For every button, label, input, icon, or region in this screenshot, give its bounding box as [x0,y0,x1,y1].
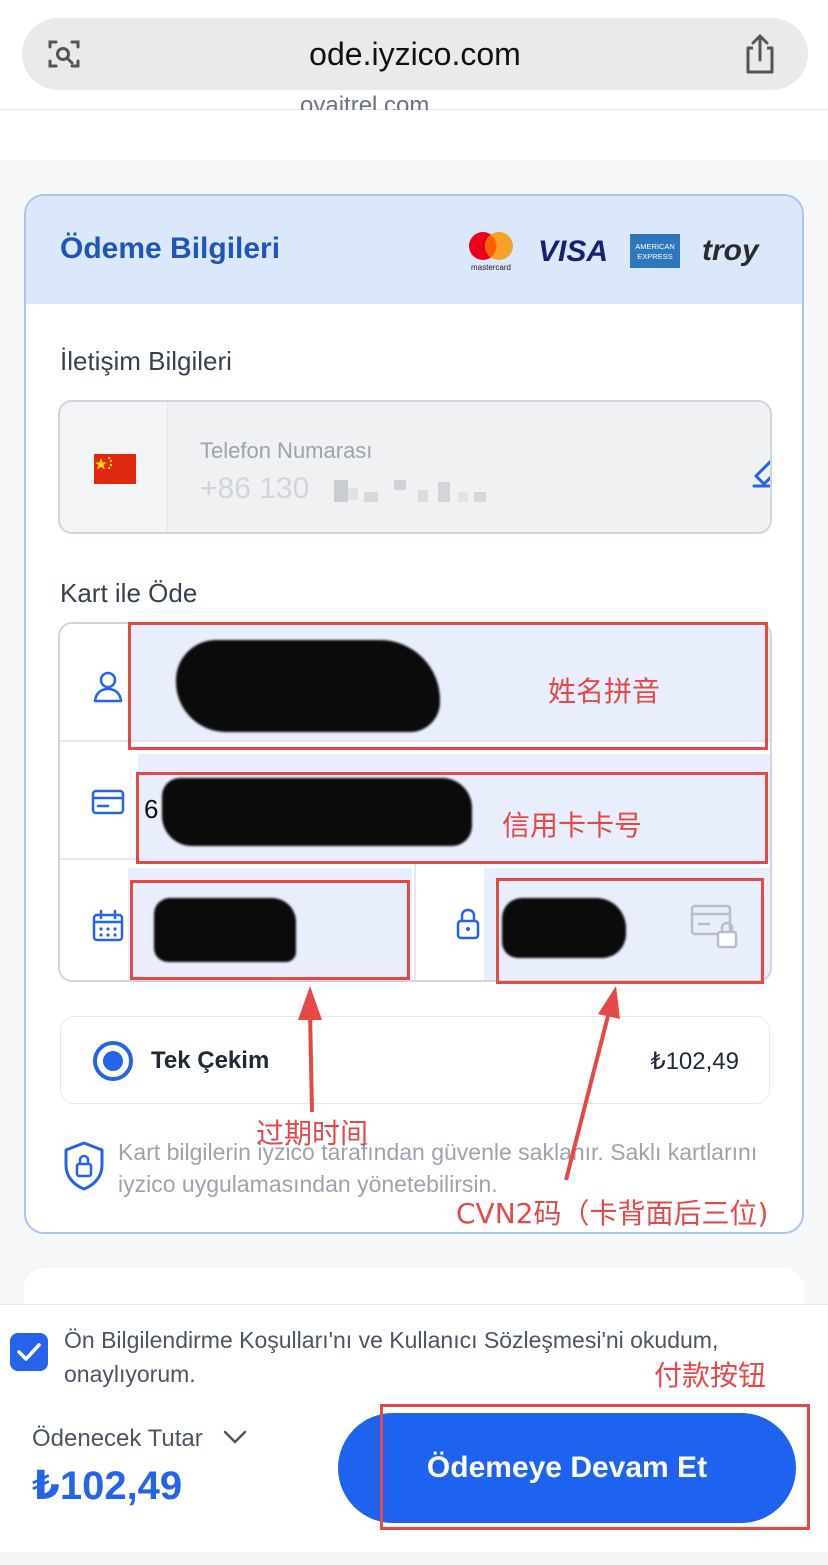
calendar-icon [92,909,124,942]
credit-card-icon [91,789,125,815]
svg-text:mastercard: mastercard [471,263,511,272]
annotation-name-label: 姓名拼音 [548,675,661,708]
mastercard-logo: mastercard [469,232,513,272]
phone-value: +86 130 [200,472,310,505]
browser-toolbar: ode.iyzico.com oyaitrel.com [0,0,828,110]
annotation-pay-label: 付款按钮 [654,1359,767,1392]
svg-text:EXPRESS: EXPRESS [637,252,672,261]
country-selector[interactable] [60,402,168,532]
url-text[interactable]: ode.iyzico.com [22,18,808,90]
total-amount: ₺102,49 [32,1464,183,1508]
annotation-box-cvn [496,878,764,984]
secure-storage-note: Kart bilgilerin iyzico tarafından güvenl… [118,1139,758,1197]
lock-icon [456,908,480,940]
amex-logo: AMERICAN EXPRESS [630,234,680,268]
total-label[interactable]: Ödenecek Tutar [32,1425,203,1453]
annotation-box-expiry [130,880,410,980]
chevron-down-icon[interactable] [222,1427,248,1447]
address-bar[interactable]: ode.iyzico.com [22,18,808,90]
card-header: Ödeme Bilgileri mastercard VISA AMERICAN… [26,196,802,304]
annotation-cvn-label: CVN2码（卡背面后三位) [456,1197,769,1230]
phone-box: Telefon Numarası +86 130 [58,400,772,534]
annotation-box-card-number [136,772,768,864]
annotation-expiry-label: 过期时间 [256,1117,369,1150]
installment-option[interactable]: Tek Çekim ₺102,49 [60,1016,770,1104]
user-icon [93,671,123,703]
card-title: Ödeme Bilgileri [60,232,281,265]
card-brand-logos: mastercard VISA AMERICAN EXPRESS troy [469,232,760,272]
phone-field[interactable]: Telefon Numarası +86 130 [168,402,770,532]
installment-label: Tek Çekim [151,1047,270,1074]
radio-selected-dot [103,1051,123,1071]
column-divider [414,862,416,980]
contact-section-label: İletişim Bilgileri [60,346,232,376]
cut-off-text: oyaitrel.com [300,92,430,110]
home-indicator-area [0,1552,828,1565]
annotation-box-name [128,622,768,750]
troy-logo: troy [702,234,760,267]
installment-amount: ₺102,49 [650,1048,739,1075]
annotation-card-number-label: 信用卡卡号 [502,809,643,842]
card-section-label: Kart ile Öde [60,578,198,608]
consent-checkbox[interactable] [10,1333,48,1371]
shield-lock-icon [64,1141,104,1191]
pixelated-redaction [334,480,486,502]
svg-text:AMERICAN: AMERICAN [635,242,675,251]
phone-label: Telefon Numarası [200,438,373,463]
checkmark-icon [17,1343,41,1361]
share-icon[interactable] [740,32,780,76]
china-flag-icon [94,454,136,484]
annotation-box-pay [380,1404,810,1530]
edit-icon[interactable] [748,446,772,490]
visa-logo: VISA [538,235,608,268]
installment-radio[interactable] [93,1041,133,1081]
